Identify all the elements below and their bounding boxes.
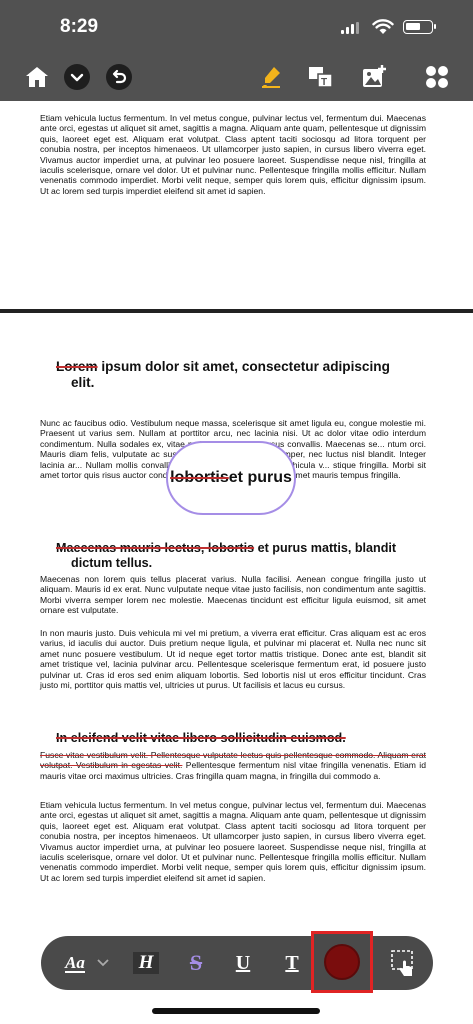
magnified-text: et purus <box>228 469 292 486</box>
strikethrough-button[interactable]: S <box>181 936 211 990</box>
area-select-icon <box>391 950 413 976</box>
text-box-label: T <box>285 951 299 974</box>
heading: Maecenas mauris lectus, lobortis et puru… <box>56 541 426 571</box>
color-picker-button[interactable] <box>311 931 373 993</box>
undo-button[interactable] <box>104 62 134 92</box>
font-style-label: Aa <box>65 952 85 973</box>
underline-button[interactable]: U <box>228 936 258 990</box>
paragraph: In non mauris justo. Duis vehicula mi ve… <box>40 628 426 691</box>
paragraph: Etiam vehicula luctus fermentum. In vel … <box>40 113 426 196</box>
struck-text: In eleifend velit vitae libero sollicitu… <box>56 731 346 745</box>
strikethrough-label: S <box>189 950 203 975</box>
collapse-button[interactable] <box>62 62 92 92</box>
heading-text: dictum tellus. <box>71 556 153 570</box>
heading-text: et purus mattis, blandit <box>254 541 397 555</box>
grid-menu-icon <box>426 66 448 88</box>
highlighter-icon <box>262 67 280 88</box>
struck-text: Maecenas mauris lectus, lobortis <box>56 541 255 555</box>
home-icon <box>26 67 48 87</box>
struck-text: lobortis <box>170 469 229 486</box>
grid-menu-button[interactable] <box>422 62 452 92</box>
struck-text: Lorem <box>56 359 98 374</box>
add-image-icon <box>363 65 386 87</box>
text-image-button[interactable]: T <box>306 62 336 92</box>
home-button[interactable] <box>22 62 52 92</box>
status-time: 8:29 <box>60 16 99 37</box>
text-box-button[interactable]: T <box>277 936 307 990</box>
chevron-down-icon <box>97 959 109 967</box>
heading-text: elit. <box>71 375 95 390</box>
undo-icon <box>106 64 132 90</box>
magnifier-loupe: lobortis et purus <box>166 441 296 515</box>
font-style-button[interactable]: Aa <box>57 936 93 990</box>
annotation-toolbar: Aa H S U T <box>41 936 433 990</box>
cellular-signal-icon <box>341 22 359 34</box>
highlight-text-button[interactable]: H <box>129 936 163 990</box>
paragraph: Fusce vitae vestibulum velit. Pellentesq… <box>40 750 426 781</box>
wifi-icon <box>372 19 394 34</box>
underline-label: U <box>235 951 251 974</box>
highlighter-button[interactable] <box>256 62 286 92</box>
paragraph: Maecenas non lorem quis tellus placerat … <box>40 574 426 616</box>
home-indicator <box>152 1008 320 1014</box>
selected-color-swatch <box>324 944 360 980</box>
top-toolbar: 8:29 T <box>0 0 473 101</box>
heading-text: ipsum dolor sit amet, consectetur adipis… <box>97 359 390 374</box>
paragraph: Etiam vehicula luctus fermentum. In vel … <box>40 800 426 883</box>
heading: Lorem ipsum dolor sit amet, consectetur … <box>56 359 426 391</box>
highlight-label: H <box>132 952 160 974</box>
add-image-button[interactable] <box>359 62 389 92</box>
bottom-area <box>0 985 473 1024</box>
document-page: Etiam vehicula luctus fermentum. In vel … <box>0 101 473 309</box>
font-style-dropdown[interactable] <box>94 936 112 990</box>
battery-icon <box>403 20 436 34</box>
heading: In eleifend velit vitae libero sollicitu… <box>56 731 426 746</box>
svg-text:T: T <box>321 77 327 88</box>
area-select-button[interactable] <box>387 936 421 990</box>
chevron-down-icon <box>64 64 90 90</box>
text-image-icon: T <box>309 67 333 88</box>
